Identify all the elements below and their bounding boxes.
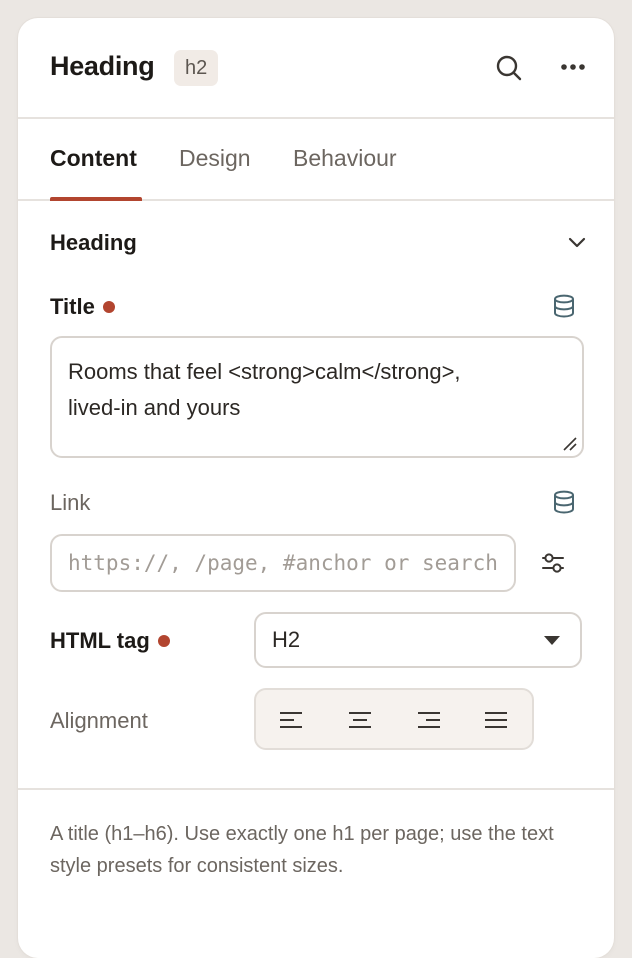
html-tag-select-value: H2 [272, 627, 301, 652]
align-left-icon [280, 712, 302, 728]
section-title[interactable]: Heading [50, 230, 137, 256]
active-tab-indicator [50, 197, 142, 201]
inspector-panel: Heading h2 Content Design Behaviour Head… [18, 18, 614, 958]
chevron-down-icon [568, 237, 586, 248]
align-right-button[interactable] [412, 703, 446, 737]
title-textarea-value: Rooms that feel <strong>calm</strong>, l… [68, 359, 461, 420]
link-field-label: Link [50, 490, 91, 515]
title-field-label: Title [50, 294, 115, 320]
section-collapse-button[interactable] [560, 225, 594, 259]
database-icon [554, 294, 574, 318]
align-center-button[interactable] [343, 703, 377, 737]
align-center-icon [349, 712, 371, 728]
database-icon [554, 490, 574, 514]
sliders-icon [542, 553, 564, 573]
alignment-field-label: Alignment [50, 708, 148, 733]
search-button[interactable] [492, 51, 526, 85]
align-right-icon [418, 712, 440, 728]
tab-bar: Content Design Behaviour [18, 119, 614, 201]
more-horizontal-icon [561, 64, 585, 70]
link-dynamic-data-button[interactable] [547, 485, 581, 519]
caret-down-icon [544, 636, 560, 645]
align-justify-icon [485, 712, 507, 728]
alignment-toggle-group [254, 688, 534, 750]
html-tag-field-label: HTML tag [50, 628, 170, 654]
link-input-wrapper [50, 534, 516, 592]
search-icon [496, 55, 522, 81]
title-label-text: Title [50, 294, 95, 319]
html-tag-label-text: HTML tag [50, 628, 150, 653]
panel-header: Heading h2 [18, 18, 614, 119]
more-options-button[interactable] [556, 50, 590, 84]
footer-divider [18, 788, 614, 790]
tag-badge: h2 [174, 50, 219, 86]
help-text: A title (h1–h6). Use exactly one h1 per … [50, 823, 554, 877]
title-textarea[interactable]: Rooms that feel <strong>calm</strong>, l… [50, 336, 584, 458]
html-tag-select[interactable]: H2 [254, 612, 582, 668]
align-justify-button[interactable] [479, 703, 513, 737]
resize-grip-icon[interactable] [562, 436, 578, 452]
panel-title: Heading [50, 51, 155, 81]
tab-design[interactable]: Design [179, 145, 251, 172]
title-dynamic-data-button[interactable] [547, 289, 581, 323]
tab-content[interactable]: Content [50, 145, 137, 172]
tab-behaviour[interactable]: Behaviour [293, 145, 397, 172]
link-options-button[interactable] [536, 546, 570, 580]
align-left-button[interactable] [274, 703, 308, 737]
link-input[interactable] [52, 536, 514, 590]
required-indicator [102, 301, 115, 313]
required-indicator [157, 635, 170, 647]
